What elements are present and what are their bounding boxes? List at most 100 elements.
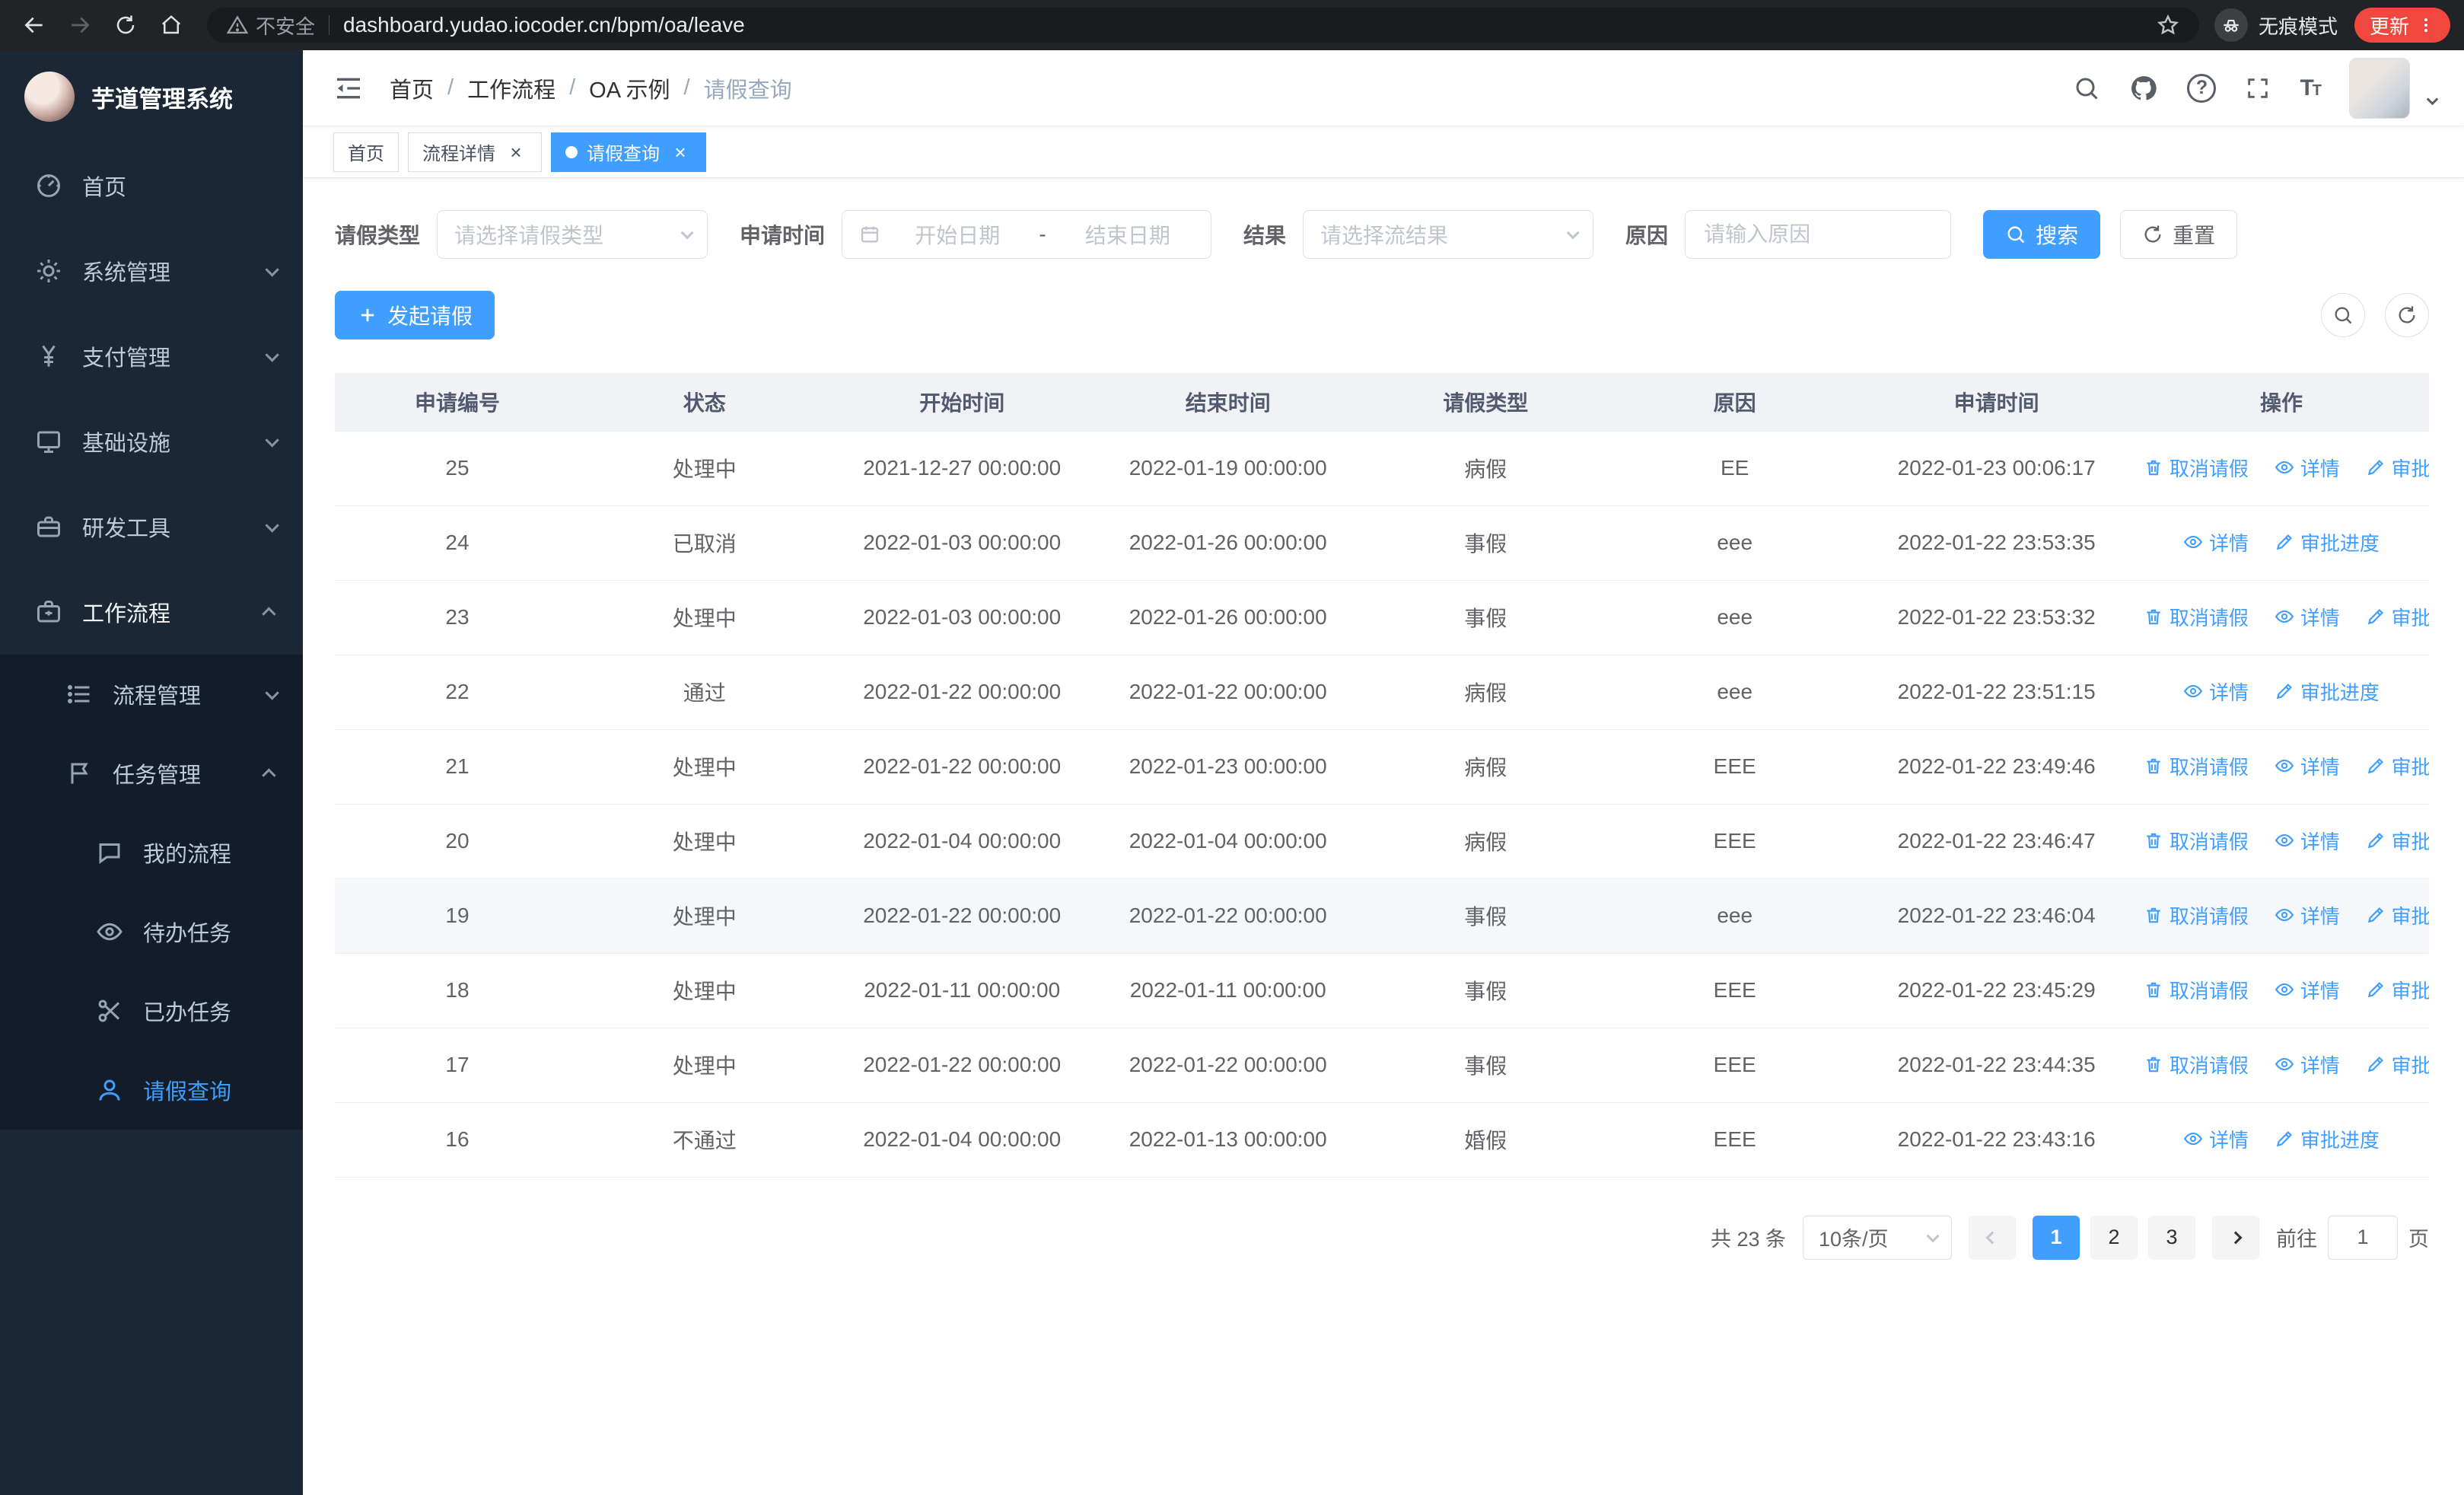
breadcrumb-workflow[interactable]: 工作流程 — [467, 72, 556, 104]
fullscreen-icon[interactable] — [2245, 75, 2271, 101]
approval-progress-link[interactable]: 审批进度 — [2275, 528, 2380, 556]
approval-progress-link[interactable]: 审批进度 — [2275, 677, 2380, 706]
header-search-icon[interactable] — [2073, 75, 2100, 102]
result-label: 结果 — [1243, 224, 1287, 247]
approval-progress-link[interactable]: 审批进度 — [2366, 454, 2429, 482]
browser-home-icon[interactable] — [151, 5, 192, 46]
chevron-up-icon — [262, 767, 276, 783]
page-size-select[interactable]: 10条/页 — [1803, 1215, 1952, 1260]
sidebar-item-task-management[interactable]: 任务管理 — [0, 734, 303, 813]
detail-link[interactable]: 详情 — [2275, 976, 2340, 1004]
prev-page-button[interactable] — [1969, 1215, 2016, 1260]
leave-type-select[interactable]: 请选择请假类型 — [437, 210, 708, 259]
avatar-caret-icon[interactable] — [2426, 93, 2439, 106]
cell-apply-time: 2022-01-22 23:53:35 — [1859, 505, 2134, 581]
cell-status: 处理中 — [579, 431, 829, 506]
incognito-badge: 无痕模式 — [2214, 8, 2338, 42]
approval-progress-link[interactable]: 审批进度 — [2366, 752, 2429, 780]
detail-link[interactable]: 详情 — [2275, 752, 2340, 780]
approval-progress-link[interactable]: 审批进度 — [2366, 901, 2429, 929]
cancel-leave-link[interactable]: 取消请假 — [2144, 976, 2249, 1004]
browser-reload-icon[interactable] — [105, 5, 146, 46]
tab-leave-query[interactable]: 请假查询 × — [551, 132, 706, 172]
cancel-leave-link[interactable]: 取消请假 — [2144, 603, 2249, 631]
approval-progress-link[interactable]: 审批进度 — [2366, 976, 2429, 1004]
detail-link[interactable]: 详情 — [2183, 677, 2249, 706]
detail-link[interactable]: 详情 — [2275, 901, 2340, 929]
detail-link[interactable]: 详情 — [2275, 1050, 2340, 1079]
sidebar-item-payment[interactable]: 支付管理 — [0, 314, 303, 399]
edit-pen-icon — [2367, 609, 2383, 625]
close-tab-icon[interactable]: × — [505, 141, 527, 164]
sidebar-item-workflow[interactable]: 工作流程 — [0, 569, 303, 655]
github-icon[interactable] — [2129, 74, 2158, 103]
browser-forward-icon[interactable] — [59, 5, 100, 46]
edit-pen-icon — [2367, 758, 2383, 774]
create-leave-button[interactable]: 发起请假 — [335, 291, 495, 339]
toggle-search-button[interactable] — [2321, 293, 2365, 337]
sidebar-item-process-management[interactable]: 流程管理 — [0, 655, 303, 734]
approval-progress-link[interactable]: 审批进度 — [2366, 603, 2429, 631]
workflow-submenu: 流程管理 任务管理 我的流程 待办任务 已办任务 请假查询 — [0, 655, 303, 1130]
sidebar-item-home[interactable]: 首页 — [0, 143, 303, 228]
cancel-leave-link[interactable]: 取消请假 — [2144, 901, 2249, 929]
approval-progress-link[interactable]: 审批进度 — [2275, 1125, 2380, 1153]
workflow-icon — [37, 601, 60, 623]
sidebar-item-infrastructure[interactable]: 基础设施 — [0, 399, 303, 484]
cancel-leave-link[interactable]: 取消请假 — [2144, 827, 2249, 855]
table-row: 19 处理中 2022-01-22 00:00:00 2022-01-22 00… — [335, 878, 2429, 954]
cancel-leave-link[interactable]: 取消请假 — [2144, 454, 2249, 482]
refresh-table-button[interactable] — [2385, 293, 2429, 337]
browser-back-icon[interactable] — [14, 5, 55, 46]
sidebar-collapse-icon[interactable] — [333, 73, 364, 104]
cancel-leave-link[interactable]: 取消请假 — [2144, 752, 2249, 780]
apply-time-label: 申请时间 — [740, 224, 826, 247]
page-buttons: 123 — [2033, 1215, 2195, 1260]
sidebar-item-system[interactable]: 系统管理 — [0, 228, 303, 314]
sidebar-item-leave-query[interactable]: 请假查询 — [0, 1050, 303, 1130]
update-button[interactable]: 更新 — [2354, 8, 2450, 43]
detail-link[interactable]: 详情 — [2275, 827, 2340, 855]
url-text[interactable]: dashboard.yudao.iocoder.cn/bpm/oa/leave — [343, 13, 2157, 37]
goto-page-input[interactable] — [2328, 1215, 2398, 1260]
table-header-row: 申请编号 状态 开始时间 结束时间 请假类型 原因 申请时间 操作 — [335, 373, 2429, 432]
apply-time-range-picker[interactable]: 开始日期 - 结束日期 — [842, 210, 1212, 259]
reason-input[interactable] — [1685, 210, 1952, 259]
sidebar-item-todo-tasks[interactable]: 待办任务 — [0, 892, 303, 971]
approval-progress-link[interactable]: 审批进度 — [2366, 827, 2429, 855]
cell-leave-type: 病假 — [1361, 729, 1610, 805]
edit-pen-icon — [2276, 534, 2292, 550]
cancel-leave-link[interactable]: 取消请假 — [2144, 1050, 2249, 1079]
breadcrumb-oa-example[interactable]: OA 示例 — [589, 72, 670, 104]
cell-operations: 详情 审批进度 — [2133, 505, 2429, 581]
result-select[interactable]: 请选择流结果 — [1303, 210, 1594, 259]
help-icon[interactable]: ? — [2187, 73, 2217, 103]
cell-end-time: 2022-01-04 00:00:00 — [1094, 804, 1361, 879]
sidebar-item-devtools[interactable]: 研发工具 — [0, 484, 303, 569]
detail-link[interactable]: 详情 — [2183, 1125, 2249, 1153]
calendar-icon — [861, 226, 879, 243]
reset-button[interactable]: 重置 — [2120, 210, 2238, 259]
tag-tab-bar: 首页 流程详情 × 请假查询 × — [303, 126, 2464, 178]
breadcrumb-home[interactable]: 首页 — [390, 72, 434, 104]
tab-home[interactable]: 首页 — [333, 132, 399, 172]
page-button-1[interactable]: 1 — [2033, 1215, 2080, 1260]
detail-link[interactable]: 详情 — [2275, 603, 2340, 631]
page-button-2[interactable]: 2 — [2090, 1215, 2138, 1260]
user-avatar[interactable] — [2349, 57, 2410, 119]
security-warning[interactable]: 不安全 — [227, 11, 315, 40]
page-button-3[interactable]: 3 — [2148, 1215, 2195, 1260]
tab-process-detail[interactable]: 流程详情 × — [408, 132, 542, 172]
approval-progress-link[interactable]: 审批进度 — [2366, 1050, 2429, 1079]
sidebar-item-done-tasks[interactable]: 已办任务 — [0, 971, 303, 1050]
close-tab-icon[interactable]: × — [669, 141, 692, 164]
detail-link[interactable]: 详情 — [2275, 454, 2340, 482]
sidebar-item-my-process[interactable]: 我的流程 — [0, 813, 303, 892]
cell-apply-time: 2022-01-22 23:46:04 — [1859, 878, 2134, 954]
font-size-icon[interactable]: TT — [2300, 75, 2322, 101]
bookmark-star-icon[interactable] — [2157, 14, 2179, 37]
address-bar[interactable]: 不安全 dashboard.yudao.iocoder.cn/bpm/oa/le… — [207, 8, 2199, 43]
next-page-button[interactable] — [2212, 1215, 2259, 1260]
search-button[interactable]: 搜索 — [1983, 210, 2101, 259]
detail-link[interactable]: 详情 — [2183, 528, 2249, 556]
